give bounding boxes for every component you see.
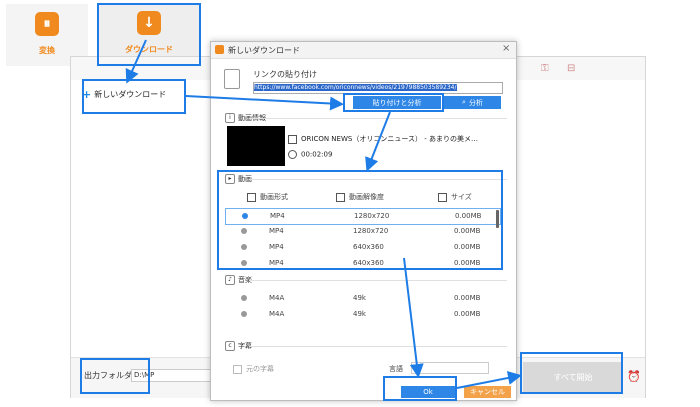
tutorial-arrows (125, 39, 522, 389)
arrow-ok-to-start (456, 371, 522, 389)
arrow-table-to-ok (403, 257, 424, 378)
arrow-tile-to-new (125, 39, 147, 84)
arrow-paste-to-table (365, 111, 391, 172)
arrow-new-to-paste (185, 95, 344, 111)
